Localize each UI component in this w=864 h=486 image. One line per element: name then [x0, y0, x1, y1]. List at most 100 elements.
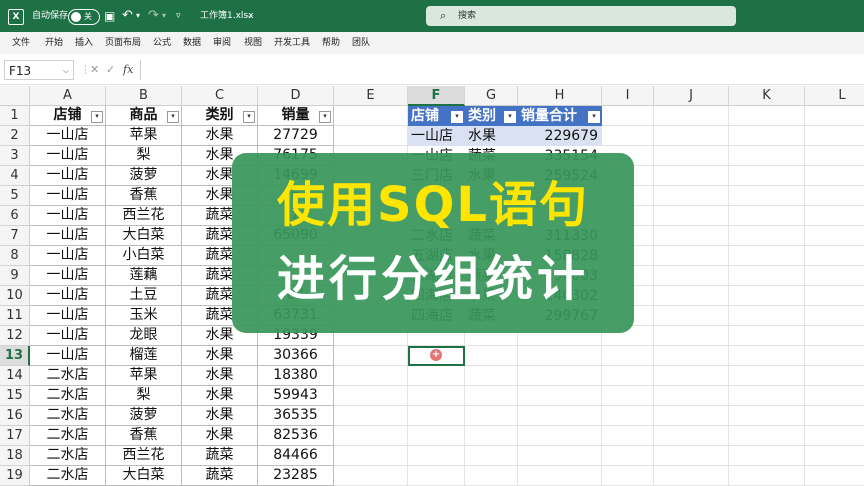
grid-cell[interactable] — [465, 466, 518, 486]
grid-cell[interactable] — [729, 386, 805, 406]
table-cell[interactable]: 一山店 — [30, 246, 106, 266]
table-cell[interactable]: 小白菜 — [106, 246, 182, 266]
grid-cell[interactable] — [602, 106, 654, 126]
grid-cell[interactable] — [805, 246, 864, 266]
table-cell[interactable]: 一山店 — [30, 146, 106, 166]
table-cell[interactable]: 一山店 — [30, 326, 106, 346]
table-cell[interactable]: 水果 — [182, 366, 258, 386]
table-cell[interactable]: 土豆 — [106, 286, 182, 306]
grid-cell[interactable] — [729, 186, 805, 206]
grid-cell[interactable] — [654, 466, 729, 486]
grid-cell[interactable] — [654, 286, 729, 306]
grid-cell[interactable] — [518, 426, 602, 446]
grid-cell[interactable] — [654, 366, 729, 386]
grid-cell[interactable] — [334, 346, 408, 366]
table-cell[interactable]: 一山店 — [30, 306, 106, 326]
grid-cell[interactable] — [602, 366, 654, 386]
table-cell[interactable]: 一山店 — [30, 226, 106, 246]
row-header-19[interactable]: 19 — [0, 466, 30, 486]
table-cell[interactable]: 龙眼 — [106, 326, 182, 346]
tab-insert[interactable]: 插入 — [75, 32, 93, 54]
grid-cell[interactable] — [518, 466, 602, 486]
grid-cell[interactable] — [805, 326, 864, 346]
table-cell[interactable]: 西兰花 — [106, 206, 182, 226]
grid-cell[interactable] — [602, 406, 654, 426]
table-cell[interactable]: 蔬菜 — [182, 446, 258, 466]
grid-cell[interactable] — [465, 386, 518, 406]
column-header-h[interactable]: H — [518, 86, 602, 106]
grid-cell[interactable] — [465, 346, 518, 366]
row-header-13[interactable]: 13 — [0, 346, 30, 366]
table-cell[interactable]: 水果 — [182, 346, 258, 366]
search-box[interactable]: ⌕ 搜索 — [426, 6, 736, 26]
row-header-9[interactable]: 9 — [0, 266, 30, 286]
grid-cell[interactable] — [654, 326, 729, 346]
redo-dropdown-icon[interactable]: ▾ — [162, 0, 166, 32]
column-header-c[interactable]: C — [182, 86, 258, 106]
grid-cell[interactable] — [334, 386, 408, 406]
table-cell[interactable]: 大白菜 — [106, 466, 182, 486]
row-header-6[interactable]: 6 — [0, 206, 30, 226]
grid-cell[interactable] — [805, 446, 864, 466]
table-header-cell[interactable]: 销量 ▾ — [258, 106, 334, 126]
grid-cell[interactable] — [518, 406, 602, 426]
grid-cell[interactable] — [654, 446, 729, 466]
cancel-icon[interactable]: ✕ — [90, 60, 99, 80]
row-header-3[interactable]: 3 — [0, 146, 30, 166]
pivot-cell[interactable]: 水果 — [465, 126, 518, 146]
grid-cell[interactable] — [654, 346, 729, 366]
tab-data[interactable]: 数据 — [183, 32, 201, 54]
grid-cell[interactable] — [654, 206, 729, 226]
filter-dropdown-icon[interactable]: ▾ — [91, 111, 103, 123]
grid-cell[interactable] — [805, 466, 864, 486]
grid-cell[interactable] — [729, 426, 805, 446]
table-cell[interactable]: 一山店 — [30, 166, 106, 186]
column-header-g[interactable]: G — [465, 86, 518, 106]
grid-cell[interactable] — [408, 466, 465, 486]
pivot-header-cell[interactable]: 类别 ▾ — [465, 106, 518, 126]
table-cell[interactable]: 玉米 — [106, 306, 182, 326]
row-header-14[interactable]: 14 — [0, 366, 30, 386]
grid-cell[interactable] — [729, 266, 805, 286]
grid-cell[interactable] — [465, 426, 518, 446]
grid-cell[interactable] — [602, 466, 654, 486]
column-header-j[interactable]: J — [654, 86, 729, 106]
column-header-e[interactable]: E — [334, 86, 408, 106]
row-header-11[interactable]: 11 — [0, 306, 30, 326]
grid-cell[interactable] — [465, 366, 518, 386]
tab-home[interactable]: 开始 — [45, 32, 63, 54]
tab-developer[interactable]: 开发工具 — [274, 32, 310, 54]
tab-team[interactable]: 团队 — [352, 32, 370, 54]
grid-cell[interactable] — [602, 126, 654, 146]
tab-view[interactable]: 视图 — [244, 32, 262, 54]
grid-cell[interactable] — [408, 446, 465, 466]
table-cell[interactable]: 水果 — [182, 426, 258, 446]
grid-cell[interactable] — [729, 366, 805, 386]
table-cell[interactable]: 一山店 — [30, 286, 106, 306]
table-cell[interactable]: 二水店 — [30, 446, 106, 466]
table-cell[interactable]: 水果 — [182, 126, 258, 146]
table-cell[interactable]: 大白菜 — [106, 226, 182, 246]
table-cell[interactable]: 梨 — [106, 146, 182, 166]
table-cell[interactable]: 菠萝 — [106, 166, 182, 186]
grid-cell[interactable] — [334, 126, 408, 146]
row-header-18[interactable]: 18 — [0, 446, 30, 466]
column-header-i[interactable]: I — [602, 86, 654, 106]
column-header-f[interactable]: F — [408, 86, 465, 106]
grid-cell[interactable] — [654, 406, 729, 426]
table-cell[interactable]: 36535 — [258, 406, 334, 426]
grid-cell[interactable] — [805, 386, 864, 406]
grid-cell[interactable] — [805, 106, 864, 126]
row-header-2[interactable]: 2 — [0, 126, 30, 146]
table-cell[interactable]: 23285 — [258, 466, 334, 486]
grid-cell[interactable] — [729, 326, 805, 346]
row-header-7[interactable]: 7 — [0, 226, 30, 246]
grid-cell[interactable] — [729, 106, 805, 126]
grid-cell[interactable] — [729, 206, 805, 226]
row-header-16[interactable]: 16 — [0, 406, 30, 426]
table-cell[interactable]: 30366 — [258, 346, 334, 366]
autosave-toggle[interactable]: 关 — [68, 9, 100, 25]
grid-cell[interactable] — [334, 426, 408, 446]
grid-cell[interactable] — [805, 206, 864, 226]
grid-cell[interactable] — [729, 346, 805, 366]
